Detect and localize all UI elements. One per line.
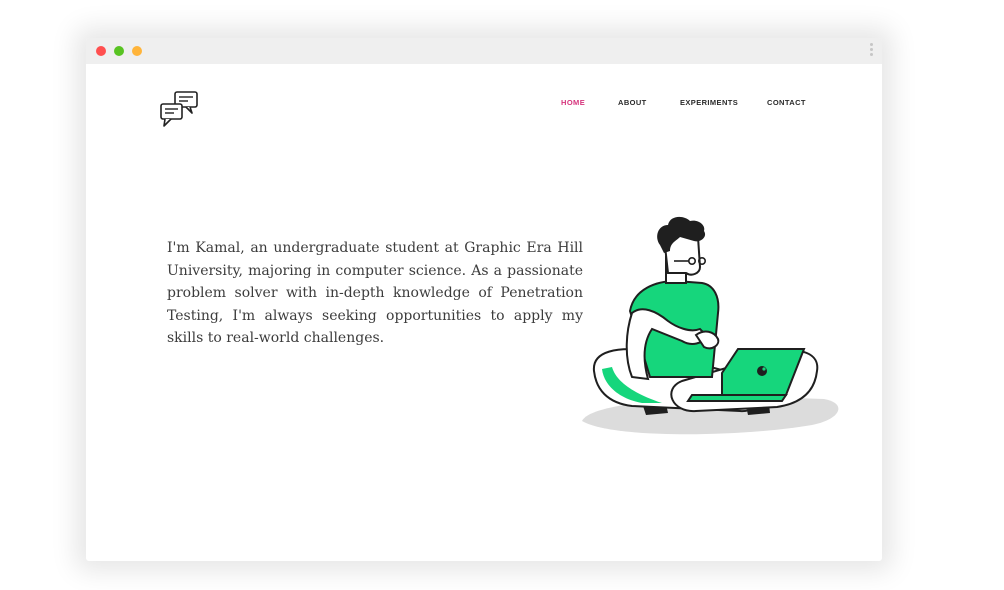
minimize-window-button[interactable]	[114, 46, 124, 56]
close-window-button[interactable]	[96, 46, 106, 56]
maximize-window-button[interactable]	[132, 46, 142, 56]
window-titlebar	[86, 38, 882, 64]
nav-experiments[interactable]: EXPERIMENTS	[680, 98, 738, 107]
person-with-laptop-illustration	[572, 181, 844, 437]
nav-about[interactable]: ABOUT	[618, 98, 647, 107]
window-menu-icon[interactable]	[870, 43, 874, 59]
nav-contact[interactable]: CONTACT	[767, 98, 806, 107]
intro-text: I'm Kamal, an undergraduate student at G…	[167, 240, 583, 346]
browser-window: HOME ABOUT EXPERIMENTS CONTACT I'm Kamal…	[86, 38, 882, 561]
main-nav: HOME ABOUT EXPERIMENTS CONTACT	[86, 98, 882, 112]
nav-home[interactable]: HOME	[561, 98, 585, 107]
illustration-svg	[582, 216, 839, 435]
